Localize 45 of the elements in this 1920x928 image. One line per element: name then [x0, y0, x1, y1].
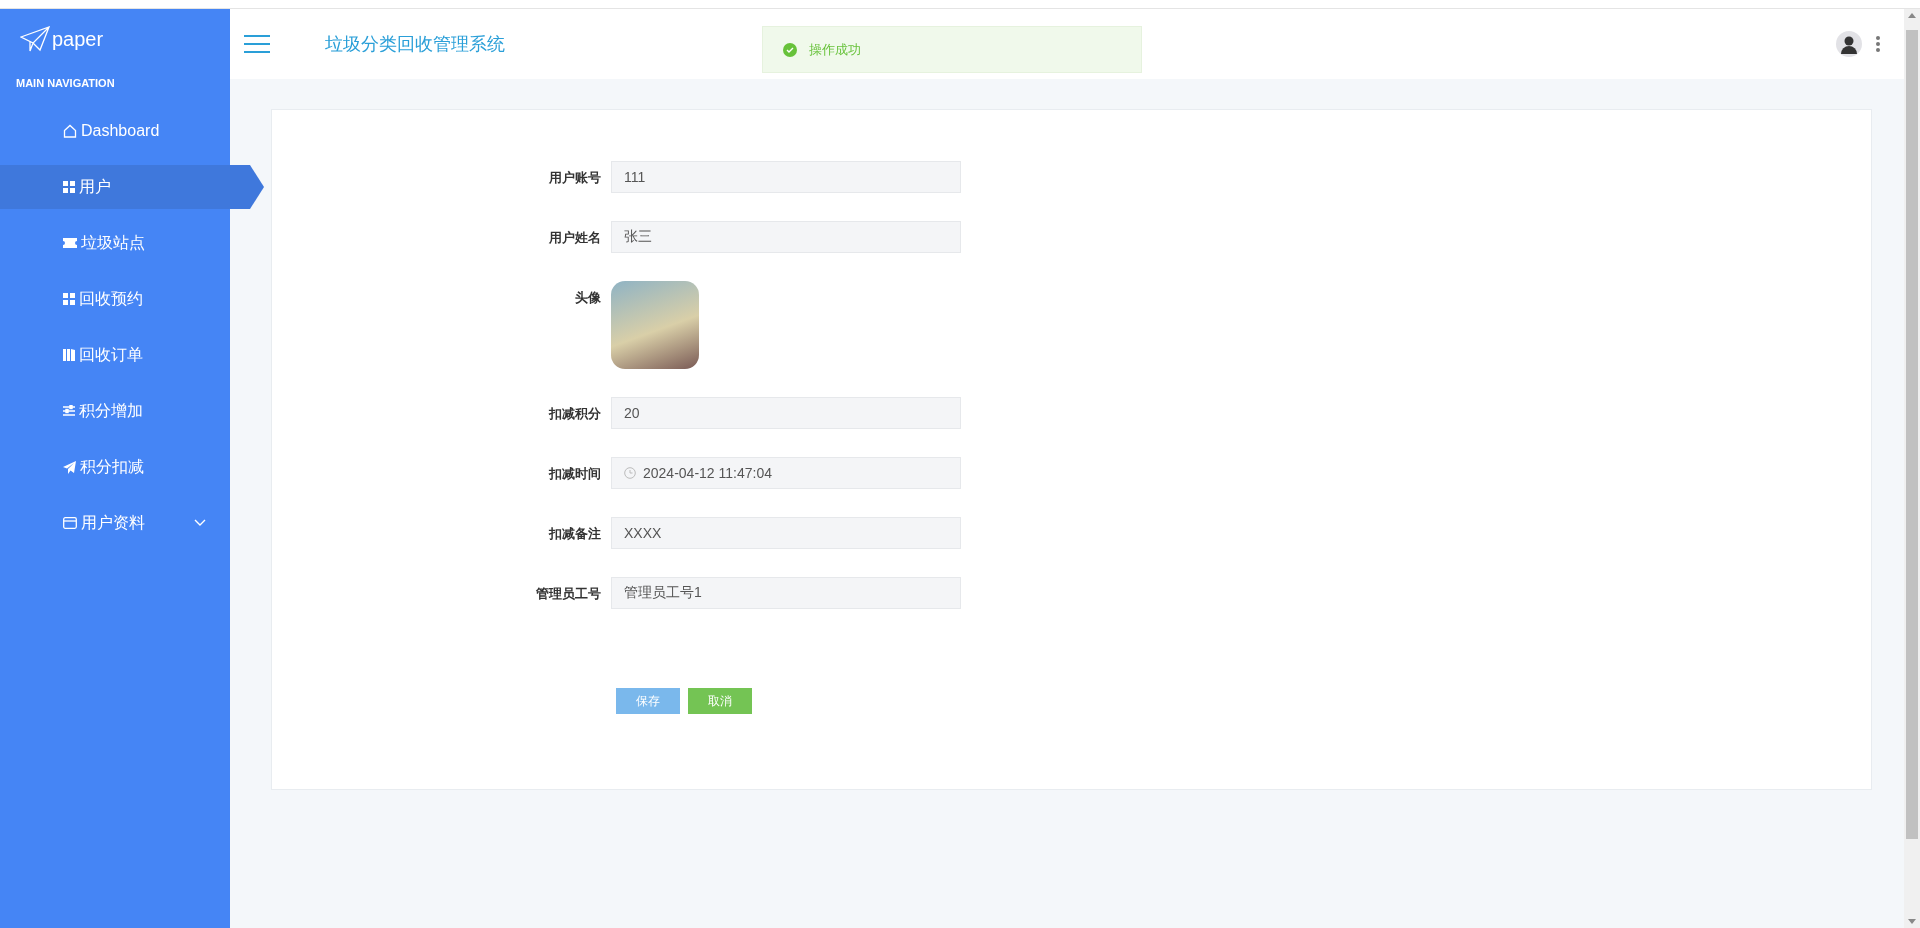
books-icon	[63, 349, 75, 361]
grid-icon	[63, 293, 75, 305]
menu-icon[interactable]	[244, 35, 270, 53]
nav-item[interactable]: 积分增加	[0, 389, 230, 433]
paper-plane-logo-icon	[20, 26, 50, 52]
scrollbar[interactable]	[1904, 9, 1920, 928]
toast-message: 操作成功	[809, 40, 861, 59]
avatar-icon[interactable]	[1836, 31, 1862, 57]
ticket-icon	[63, 238, 77, 248]
paper-plane-icon	[63, 460, 76, 474]
cancel-button[interactable]: 取消	[688, 688, 752, 714]
grid-icon	[63, 181, 75, 193]
sliders-icon	[63, 405, 75, 417]
field-label: 管理员工号	[535, 585, 602, 603]
nav-item[interactable]: 积分扣减	[0, 445, 230, 489]
field-label: 头像	[574, 289, 602, 307]
datetime-field[interactable]: 2024-04-12 11:47:04	[611, 457, 961, 489]
nav-item[interactable]: 回收订单	[0, 333, 230, 377]
save-button[interactable]: 保存	[616, 688, 680, 714]
nav-item[interactable]: 用户资料	[0, 501, 230, 545]
check-circle-icon	[783, 42, 797, 57]
scroll-up-icon[interactable]	[1908, 13, 1916, 18]
input-field[interactable]: 111	[611, 161, 961, 193]
app-title: 垃圾分类回收管理系统	[325, 33, 505, 56]
logo-text: paper	[52, 27, 104, 51]
field-label: 扣减时间	[547, 465, 602, 483]
field-label: 扣减备注	[547, 525, 602, 543]
scroll-down-icon[interactable]	[1908, 919, 1916, 924]
field-value: 2024-04-12 11:47:04	[643, 465, 772, 481]
field-label: 扣减积分	[547, 405, 602, 423]
input-field[interactable]: 20	[611, 397, 961, 429]
field-label: 用户姓名	[548, 229, 602, 247]
nav-item[interactable]: 用户	[0, 165, 264, 209]
clock-icon	[624, 467, 636, 479]
nav-item[interactable]: Dashboard	[0, 109, 230, 153]
input-field[interactable]: 管理员工号1	[611, 577, 961, 609]
home-icon	[63, 124, 77, 138]
input-field[interactable]: 张三	[611, 221, 961, 253]
input-field[interactable]: XXXX	[611, 517, 961, 549]
nav-item[interactable]: 垃圾站点	[0, 221, 230, 265]
section-heading: MAIN NAVIGATION	[15, 76, 116, 91]
nav-item[interactable]: 回收预约	[0, 277, 230, 321]
more-vertical-icon[interactable]	[1876, 36, 1880, 52]
field-label: 用户账号	[548, 169, 602, 187]
card-icon	[63, 517, 77, 529]
